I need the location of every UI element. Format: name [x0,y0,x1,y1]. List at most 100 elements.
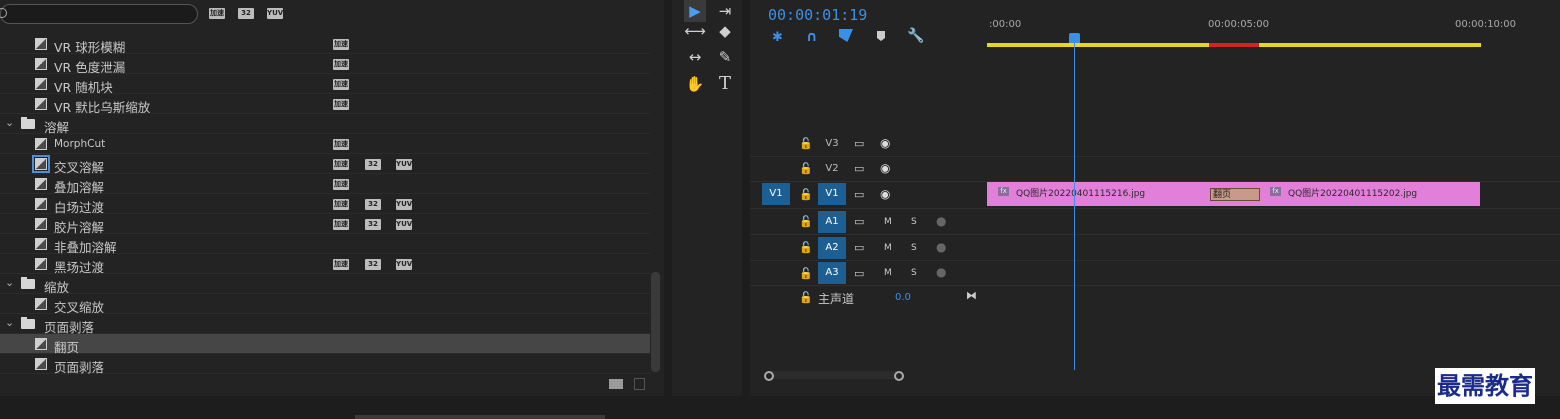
32bit-badge: 32 [365,259,381,270]
source-patch[interactable]: V1 [762,183,790,205]
search-icon [0,8,7,18]
track-a3: 🔓 A3 ▭ M S ● [750,261,1560,286]
bottom-scrollbar[interactable] [355,415,605,419]
mic-icon[interactable]: ● [936,240,946,254]
effect-folder[interactable]: ⌄ 溶解 [0,114,650,135]
32bit-filter-icon[interactable]: 32 [238,8,254,19]
track-v3: 🔓 V3 ▭ ◉ [750,132,1560,157]
delete-icon[interactable] [634,378,645,390]
timecode-display[interactable]: 00:00:01:19 [768,6,867,24]
track-a2: 🔓 A2 ▭ M S ● [750,235,1560,261]
accelerated-filter-icon[interactable]: 加速 [209,8,225,19]
hand-tool-icon[interactable]: ✋ [684,73,706,95]
effect-item[interactable]: 交叉缩放 [0,294,650,315]
lock-icon[interactable]: 🔓 [799,215,813,228]
new-folder-icon[interactable] [609,379,623,389]
transition-icon [35,338,47,350]
sync-lock-icon[interactable]: ▭ [854,188,864,201]
effects-panel: 加速 32 YUV VR 球形模糊 加速 VR 色度泄漏 加速 VR 随机块 加速 VR 默… [0,0,664,396]
effect-item[interactable]: 胶片溶解 加速 32 YUV [0,214,650,235]
transition-icon [35,238,47,250]
sync-lock-icon[interactable]: ▭ [854,215,864,228]
scroll-handle-left[interactable] [764,371,774,381]
32bit-badge: 32 [365,199,381,210]
sync-lock-icon[interactable]: ▭ [854,137,864,150]
solo-button[interactable]: S [911,217,917,227]
lock-icon[interactable]: 🔓 [799,137,813,150]
type-tool-icon[interactable]: T [714,73,736,95]
effect-item[interactable]: VR 色度泄漏 加速 [0,54,650,75]
render-bar [1209,43,1259,47]
effect-folder[interactable]: ⌄ 缩放 [0,274,650,295]
track-select-tool-icon[interactable]: ⇥ [714,0,736,22]
track-name[interactable]: A1 [818,211,846,233]
scroll-handle-right[interactable] [894,371,904,381]
effect-folder[interactable]: ⌄ 页面剥落 [0,314,650,335]
effect-item[interactable]: 叠加溶解 加速 [0,174,650,195]
effect-item[interactable]: VR 球形模糊 加速 [0,34,650,55]
lock-icon[interactable]: 🔓 [799,267,813,280]
go-to-end-icon[interactable]: ⧓ [966,289,977,302]
solo-button[interactable]: S [911,243,917,253]
pen-tool-icon[interactable]: ✎ [714,46,736,68]
track-name[interactable]: V1 [818,183,846,205]
mic-icon[interactable]: ● [936,265,946,279]
nest-icon[interactable]: ✱ [772,30,783,45]
effect-item[interactable]: VR 随机块 加速 [0,74,650,95]
effect-item[interactable]: 交叉溶解 加速 32 YUV [0,154,650,175]
ripple-edit-tool-icon[interactable]: ⟷ [684,20,706,42]
eye-icon[interactable]: ◉ [880,136,890,150]
effect-item[interactable]: 页面剥落 [0,354,650,375]
sync-lock-icon[interactable]: ▭ [854,241,864,254]
transition-icon [35,258,47,270]
mute-button[interactable]: M [884,243,892,253]
chevron-down-icon[interactable]: ⌄ [5,316,14,329]
effect-item[interactable]: 白场过渡 加速 32 YUV [0,194,650,215]
effects-search-input[interactable] [0,4,198,24]
master-volume[interactable]: 0.0 [895,292,911,303]
eye-icon[interactable]: ◉ [880,187,890,201]
playhead-line [1074,40,1075,370]
mute-button[interactable]: M [884,217,892,227]
folder-icon [21,317,35,329]
lock-icon[interactable]: 🔓 [799,162,813,175]
track-name[interactable]: V3 [818,133,846,155]
solo-button[interactable]: S [911,268,917,278]
lock-icon[interactable]: 🔓 [799,188,813,201]
lock-icon[interactable]: 🔓 [799,291,813,304]
transition-icon [35,198,47,210]
time-ruler[interactable]: :00:00 00:00:05:00 00:00:10:00 [987,0,1560,132]
chevron-down-icon[interactable]: ⌄ [5,116,14,129]
timeline-scrollbar[interactable] [766,371,900,379]
effect-label: 页面剥落 [54,360,105,375]
transition[interactable]: 翻页 [1210,188,1260,201]
track-name[interactable]: V2 [818,158,846,180]
transition-label: 翻页 [1213,190,1232,200]
track-name[interactable]: A3 [818,262,846,284]
playhead[interactable] [1069,33,1080,43]
wrench-icon[interactable]: 🔧 [907,28,924,44]
effect-item[interactable]: MorphCut 加速 [0,134,650,154]
sync-lock-icon[interactable]: ▭ [854,267,864,280]
yuv-badge: YUV [396,259,413,270]
linked-selection-icon[interactable] [839,29,853,42]
selection-tool-icon[interactable]: ▶ [684,0,706,22]
chevron-down-icon[interactable]: ⌄ [5,276,14,289]
eye-icon[interactable]: ◉ [880,161,890,175]
razor-tool-icon[interactable]: ◆ [714,20,736,42]
snap-icon[interactable]: ∩ [806,29,817,45]
slip-tool-icon[interactable]: ↔ [684,46,706,68]
add-marker-icon[interactable] [877,31,885,41]
effect-item[interactable]: 翻页 [0,334,650,355]
mic-icon[interactable]: ● [936,214,946,228]
effects-scrollbar[interactable] [651,272,660,372]
sync-lock-icon[interactable]: ▭ [854,162,864,175]
lock-icon[interactable]: 🔓 [799,241,813,254]
mute-button[interactable]: M [884,268,892,278]
effect-item[interactable]: 黑场过渡 加速 32 YUV [0,254,650,275]
yuv-filter-icon[interactable]: YUV [267,8,283,19]
effect-item[interactable]: 非叠加溶解 [0,234,650,255]
track-name[interactable]: A2 [818,237,846,259]
clip[interactable]: fx QQ图片20220401115216.jpg 翻页 fx QQ图片2022… [987,182,1480,206]
effect-item[interactable]: VR 默比乌斯缩放 加速 [0,94,650,115]
